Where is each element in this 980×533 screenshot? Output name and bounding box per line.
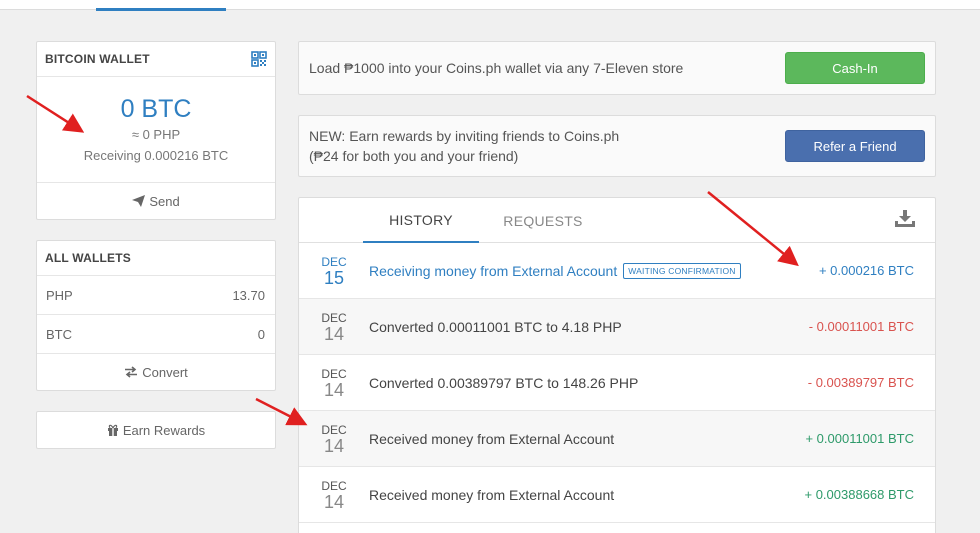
- wallet-currency: PHP: [46, 287, 73, 303]
- cash-in-promo-text: Load ₱1000 into your Coins.ph wallet via…: [309, 60, 684, 76]
- transaction-amount: + 0.000216 BTC: [818, 263, 914, 278]
- date-month: DEC: [321, 478, 347, 493]
- cash-in-promo: Load ₱1000 into your Coins.ph wallet via…: [298, 41, 936, 95]
- send-label: Send: [149, 193, 180, 209]
- bitcoin-balance: 0 BTC ≈ 0 PHP Receiving 0.000216 BTC: [37, 77, 275, 183]
- top-nav-bar: [0, 0, 980, 11]
- qr-code-icon[interactable]: [251, 51, 267, 67]
- convert-label: Convert: [142, 364, 188, 380]
- tab-history[interactable]: HISTORY: [363, 198, 479, 243]
- transaction-date: DEC 14: [299, 367, 369, 399]
- date-month: DEC: [321, 310, 347, 325]
- date-day: 14: [323, 379, 345, 400]
- tab-requests[interactable]: REQUESTS: [485, 198, 601, 243]
- download-icon[interactable]: [895, 210, 915, 228]
- gift-icon: [107, 424, 118, 436]
- all-wallets-header: ALL WALLETS: [37, 241, 275, 276]
- refer-promo: NEW: Earn rewards by inviting friends to…: [298, 115, 936, 177]
- wallet-row-btc[interactable]: BTC 0: [37, 315, 275, 354]
- table-row[interactable]: DEC 14 Received money from External Acco…: [299, 467, 935, 523]
- earn-rewards-button[interactable]: Earn Rewards: [36, 411, 276, 449]
- date-day: 14: [323, 435, 345, 456]
- date-day: 15: [323, 267, 345, 288]
- bitcoin-wallet-card: BITCOIN WALLET 0 BTC ≈ 0 PHP Receiving 0…: [36, 41, 276, 220]
- send-button[interactable]: Send: [37, 183, 275, 219]
- transaction-amount: - 0.00389797 BTC: [807, 375, 914, 390]
- transaction-text: Receiving money from External Account: [369, 262, 618, 279]
- transaction-text: Converted 0.00389797 BTC to 148.26 PHP: [369, 374, 639, 391]
- status-badge: WAITING CONFIRMATION: [623, 262, 741, 279]
- date-day: 14: [323, 323, 345, 344]
- history-panel: HISTORY REQUESTS DEC 15 Receiving money …: [298, 197, 936, 533]
- wallet-row-php[interactable]: PHP 13.70: [37, 276, 275, 315]
- table-row[interactable]: DEC 15 Receiving money from External Acc…: [299, 243, 935, 299]
- transaction-amount: - 0.00011001 BTC: [808, 319, 914, 334]
- table-row[interactable]: DEC 14 Converted 0.00011001 BTC to 4.18 …: [299, 299, 935, 355]
- date-month: DEC: [321, 422, 347, 437]
- date-day: 14: [323, 491, 345, 512]
- transaction-description: Receiving money from External Account WA…: [369, 262, 741, 279]
- history-tabs: HISTORY REQUESTS: [299, 198, 935, 243]
- btc-balance-value: 0 BTC: [120, 95, 192, 123]
- exchange-icon: [125, 366, 138, 378]
- wallet-currency: BTC: [46, 326, 72, 342]
- table-row[interactable]: DEC 14 Received money from External Acco…: [299, 411, 935, 467]
- transaction-description: Received money from External Account: [369, 487, 614, 503]
- transaction-date: DEC 14: [299, 479, 369, 511]
- all-wallets-card: ALL WALLETS PHP 13.70 BTC 0 Convert: [36, 240, 276, 391]
- refer-promo-line2: (₱24 for both you and your friend): [309, 148, 519, 164]
- bitcoin-wallet-title: BITCOIN WALLET: [45, 52, 150, 66]
- wallet-amount: 13.70: [232, 287, 265, 303]
- transaction-text: Converted 0.00011001 BTC to 4.18 PHP: [369, 318, 622, 335]
- earn-rewards-label: Earn Rewards: [122, 422, 206, 438]
- transaction-text: Received money from External Account: [369, 430, 615, 447]
- transaction-description: Converted 0.00011001 BTC to 4.18 PHP: [369, 319, 622, 335]
- paper-plane-icon: [132, 195, 146, 207]
- transaction-description: Converted 0.00389797 BTC to 148.26 PHP: [369, 375, 638, 391]
- transaction-amount: + 0.00388668 BTC: [804, 487, 915, 502]
- table-row[interactable]: DEC 14 Converted 0.00389797 BTC to 148.2…: [299, 355, 935, 411]
- all-wallets-title: ALL WALLETS: [45, 251, 131, 265]
- transaction-text: Received money from External Account: [369, 486, 615, 503]
- date-month: DEC: [321, 254, 347, 269]
- receiving-amount: Receiving 0.000216 BTC: [83, 148, 229, 163]
- date-month: DEC: [321, 366, 347, 381]
- php-equivalent: ≈ 0 PHP: [131, 127, 181, 142]
- wallet-amount: 0: [257, 326, 265, 342]
- active-nav-indicator: [96, 8, 226, 11]
- refer-promo-text: NEW: Earn rewards by inviting friends to…: [309, 126, 619, 166]
- transaction-date: DEC 15: [299, 255, 369, 287]
- bitcoin-wallet-header: BITCOIN WALLET: [37, 42, 275, 77]
- refer-promo-line1: NEW: Earn rewards by inviting friends to…: [309, 128, 620, 144]
- transaction-amount: + 0.00011001 BTC: [805, 431, 914, 446]
- transaction-date: DEC 14: [299, 311, 369, 343]
- refer-friend-button[interactable]: Refer a Friend: [785, 130, 925, 162]
- transaction-description: Received money from External Account: [369, 431, 614, 447]
- convert-button[interactable]: Convert: [37, 354, 275, 390]
- cash-in-button[interactable]: Cash-In: [785, 52, 925, 84]
- transaction-date: DEC 14: [299, 423, 369, 455]
